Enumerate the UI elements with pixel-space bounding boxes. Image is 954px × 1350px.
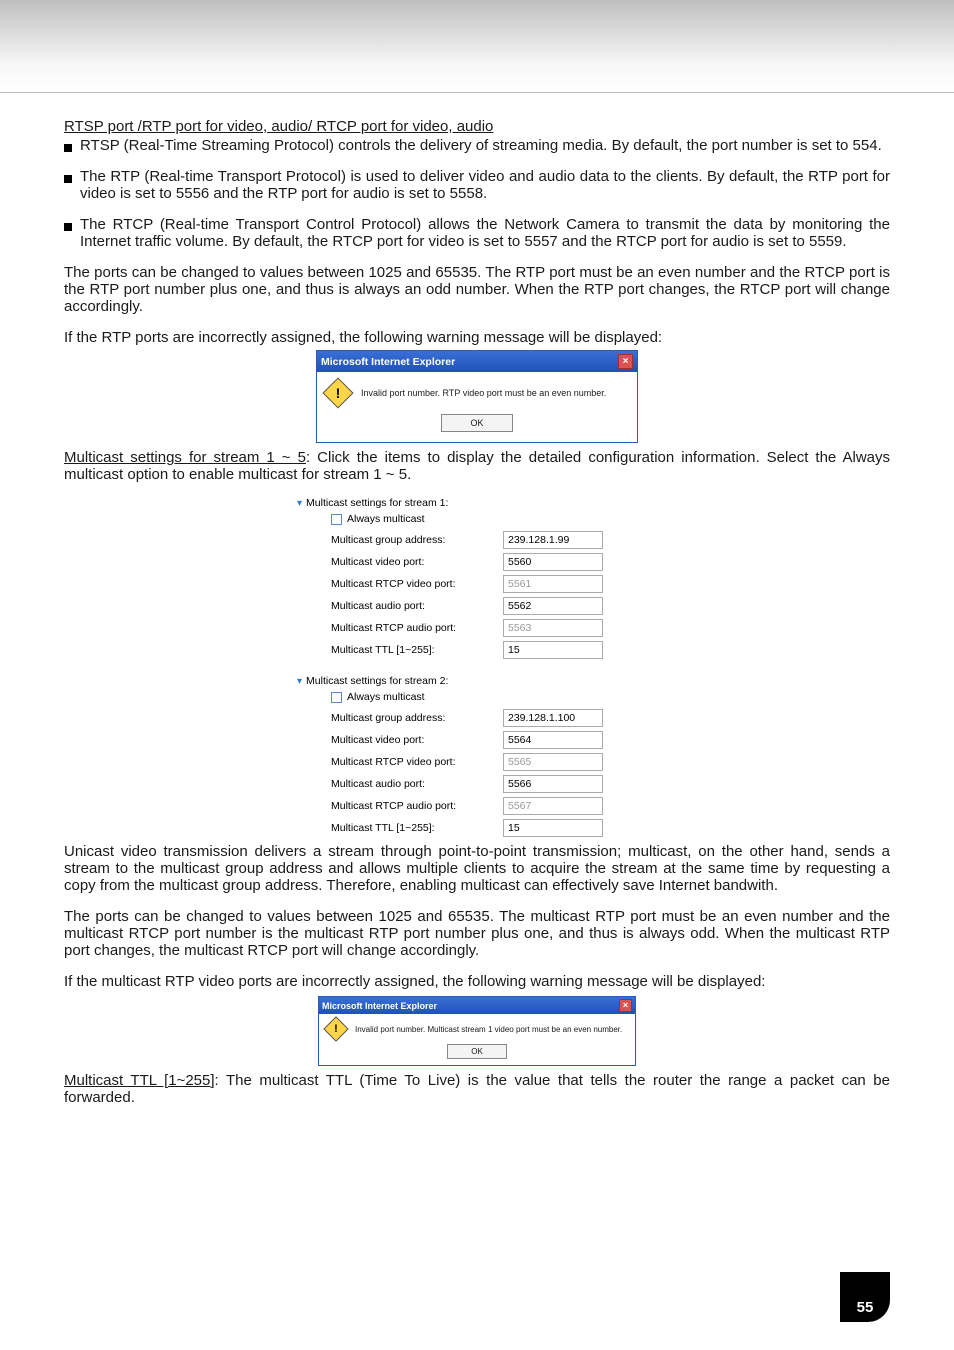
dialog2-title-text: Microsoft Internet Explorer xyxy=(322,1001,437,1011)
chevron-down-icon: ▾ xyxy=(297,676,302,687)
paragraph-multicast-settings: Multicast settings for stream 1 ~ 5: Cli… xyxy=(64,449,890,483)
bullet-icon xyxy=(64,144,72,152)
heading-multicast: Multicast settings for stream 1 ~ 5 xyxy=(64,449,306,466)
heading-rtsp: RTSP port /RTP port for video, audio/ RT… xyxy=(64,118,890,135)
heading-ttl: Multicast TTL [1~255] xyxy=(64,1072,215,1089)
multicast-form: ▾ Multicast settings for stream 1: Always… xyxy=(297,497,657,837)
paragraph-unicast: Unicast video transmission delivers a st… xyxy=(64,843,890,894)
bullet-text: The RTP (Real-time Transport Protocol) i… xyxy=(80,168,890,202)
input-ttl-1[interactable]: 15 xyxy=(503,641,603,659)
paragraph-multicast-ports: The ports can be changed to values betwe… xyxy=(64,908,890,959)
input-audio-1[interactable]: 5562 xyxy=(503,597,603,615)
bullet-1: RTSP (Real-Time Streaming Protocol) cont… xyxy=(64,137,890,154)
label-rtcp-audio-2: Multicast RTCP audio port: xyxy=(331,800,503,812)
stream2-title: Multicast settings for stream 2: xyxy=(306,675,448,687)
input-group-1[interactable]: 239.128.1.99 xyxy=(503,531,603,549)
bullet-text: RTSP (Real-Time Streaming Protocol) cont… xyxy=(80,137,882,154)
dialog2-titlebar: Microsoft Internet Explorer × xyxy=(319,997,635,1014)
label-ttl-2: Multicast TTL [1~255]: xyxy=(331,822,503,834)
stream1-header[interactable]: ▾ Multicast settings for stream 1: xyxy=(297,497,657,509)
input-group-2[interactable]: 239.128.1.100 xyxy=(503,709,603,727)
bullet-icon xyxy=(64,175,72,183)
input-ttl-2[interactable]: 15 xyxy=(503,819,603,837)
always-label-1: Always multicast xyxy=(347,513,425,525)
label-rtcp-video-1: Multicast RTCP video port: xyxy=(331,578,503,590)
label-video-2: Multicast video port: xyxy=(331,734,503,746)
checkbox-always-2[interactable] xyxy=(331,692,342,703)
bullet-icon xyxy=(64,223,72,231)
label-audio-1: Multicast audio port: xyxy=(331,600,503,612)
paragraph-multicast-warning: If the multicast RTP video ports are inc… xyxy=(64,973,890,990)
input-audio-2[interactable]: 5566 xyxy=(503,775,603,793)
dialog-titlebar: Microsoft Internet Explorer × xyxy=(317,351,637,372)
label-rtcp-video-2: Multicast RTCP video port: xyxy=(331,756,503,768)
stream2-header[interactable]: ▾ Multicast settings for stream 2: xyxy=(297,675,657,687)
close-icon[interactable]: × xyxy=(619,999,632,1012)
warning-icon: ! xyxy=(323,1016,348,1041)
dialog-rtp-warning: Microsoft Internet Explorer × ! Invalid … xyxy=(316,350,638,443)
bullet-2: The RTP (Real-time Transport Protocol) i… xyxy=(64,168,890,202)
paragraph-multicast-warning-row: If the multicast RTP video ports are inc… xyxy=(64,973,890,996)
input-rtcp-video-2: 5565 xyxy=(503,753,603,771)
label-group-1: Multicast group address: xyxy=(331,534,503,546)
close-icon[interactable]: × xyxy=(618,354,633,369)
label-audio-2: Multicast audio port: xyxy=(331,778,503,790)
chevron-down-icon: ▾ xyxy=(297,498,302,509)
page-header-gradient xyxy=(0,0,954,92)
paragraph-ports-range: The ports can be changed to values betwe… xyxy=(64,264,890,315)
stream1-title: Multicast settings for stream 1: xyxy=(306,497,448,509)
dialog-message: Invalid port number. RTP video port must… xyxy=(361,388,606,398)
label-ttl-1: Multicast TTL [1~255]: xyxy=(331,644,503,656)
label-video-1: Multicast video port: xyxy=(331,556,503,568)
label-rtcp-audio-1: Multicast RTCP audio port: xyxy=(331,622,503,634)
ok-button[interactable]: OK xyxy=(441,414,513,432)
input-video-1[interactable]: 5560 xyxy=(503,553,603,571)
input-video-2[interactable]: 5564 xyxy=(503,731,603,749)
input-rtcp-video-1: 5561 xyxy=(503,575,603,593)
always-multicast-row-1[interactable]: Always multicast xyxy=(331,513,657,525)
dialog2-message: Invalid port number. Multicast stream 1 … xyxy=(355,1025,622,1034)
dialog-multicast-warning: Microsoft Internet Explorer × ! Invalid … xyxy=(318,996,636,1066)
paragraph-warning-intro: If the RTP ports are incorrectly assigne… xyxy=(64,329,890,346)
input-rtcp-audio-2: 5567 xyxy=(503,797,603,815)
always-multicast-row-2[interactable]: Always multicast xyxy=(331,691,657,703)
warning-icon: ! xyxy=(322,377,353,408)
bullet-text: The RTCP (Real-time Transport Control Pr… xyxy=(80,216,890,250)
paragraph-ttl: Multicast TTL [1~255]: The multicast TTL… xyxy=(64,1072,890,1106)
ok-button[interactable]: OK xyxy=(447,1044,507,1059)
dialog-title-text: Microsoft Internet Explorer xyxy=(321,356,455,368)
always-label-2: Always multicast xyxy=(347,691,425,703)
label-group-2: Multicast group address: xyxy=(331,712,503,724)
page-content: RTSP port /RTP port for video, audio/ RT… xyxy=(0,92,954,1106)
page-number: 55 xyxy=(840,1272,890,1322)
bullet-3: The RTCP (Real-time Transport Control Pr… xyxy=(64,216,890,250)
input-rtcp-audio-1: 5563 xyxy=(503,619,603,637)
checkbox-always-1[interactable] xyxy=(331,514,342,525)
